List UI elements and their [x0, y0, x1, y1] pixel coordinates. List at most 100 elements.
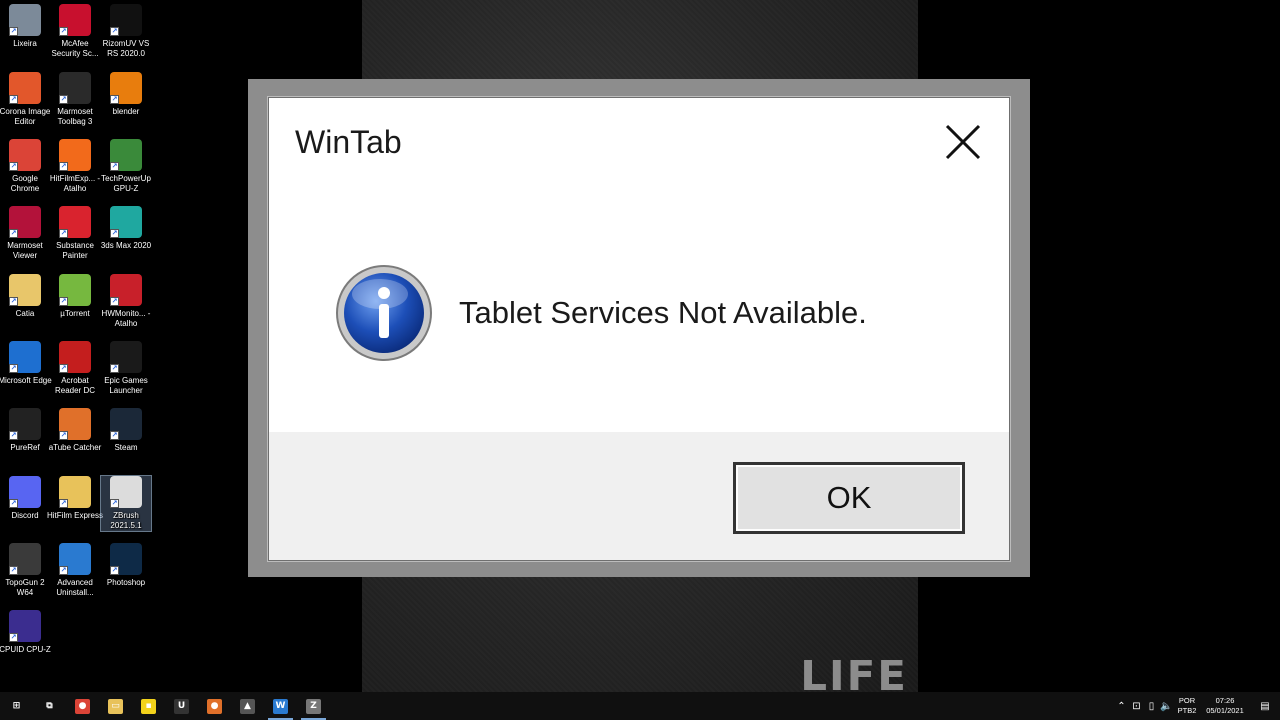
dialog-message: Tablet Services Not Available.: [459, 295, 867, 330]
desktop-icon[interactable]: ↗ TopoGun 2 W64: [0, 543, 50, 598]
taskbar-button[interactable]: U: [165, 692, 198, 720]
utorrent-icon: ↗: [59, 274, 91, 306]
corona-icon: ↗: [9, 72, 41, 104]
atube-catcher-icon: ●: [207, 698, 222, 714]
desktop-icon[interactable]: ↗ ZBrush 2021.5.1: [100, 475, 152, 532]
desktop-icon[interactable]: ↗ RizomUV VS RS 2020.0: [101, 4, 151, 59]
desktop-icon[interactable]: ↗ 3ds Max 2020: [101, 206, 151, 251]
desktop-icon-label: TechPowerUp GPU-Z: [101, 174, 151, 193]
taskbar-button[interactable]: ●: [198, 692, 231, 720]
taskbar-button[interactable]: ▭: [99, 692, 132, 720]
notifications-icon[interactable]: ▤: [1250, 692, 1280, 720]
taskbar-button[interactable]: ●: [66, 692, 99, 720]
taskbar-button[interactable]: ▲: [231, 692, 264, 720]
shortcut-arrow-icon: ↗: [59, 364, 68, 373]
desktop-icon-label: HWMonito... - Atalho: [101, 309, 151, 328]
desktop-icon[interactable]: ↗ Epic Games Launcher: [101, 341, 151, 396]
desktop-icon-label: Catia: [15, 309, 35, 318]
desktop-icon-label: blender: [112, 107, 140, 116]
desktop-icon[interactable]: ↗ Marmoset Viewer: [0, 206, 50, 261]
taskbar-button[interactable]: W: [264, 692, 297, 720]
desktop-icon-label: Advanced Uninstall...: [56, 578, 94, 597]
desktop-icon-label: Marmoset Viewer: [7, 241, 43, 260]
close-icon[interactable]: [941, 120, 985, 164]
shortcut-arrow-icon: ↗: [59, 162, 68, 171]
desktop-icon[interactable]: ↗ Photoshop: [101, 543, 151, 588]
shortcut-arrow-icon: ↗: [59, 499, 68, 508]
substance-painter-icon: ↗: [59, 206, 91, 238]
recycle-bin-icon: ↗: [9, 4, 41, 36]
volume-icon[interactable]: 🔈: [1159, 692, 1174, 720]
desktop-icon[interactable]: ↗ Lixeira: [0, 4, 50, 49]
desktop-icon[interactable]: ↗ µTorrent: [50, 274, 100, 319]
marmoset-toolbag-icon: ↗: [59, 72, 91, 104]
clock-date: 05/01/2021: [1206, 706, 1244, 715]
shortcut-arrow-icon: ↗: [110, 95, 119, 104]
ok-button[interactable]: OK: [733, 462, 965, 534]
sticky-notes-icon: ▪: [141, 698, 156, 714]
desktop-icon[interactable]: ↗ TechPowerUp GPU-Z: [101, 139, 151, 194]
desktop-icon[interactable]: ↗ Marmoset Toolbag 3: [50, 72, 100, 127]
desktop-icon[interactable]: ↗ CPUID CPU-Z: [0, 610, 51, 655]
desktop-icon-label: 3ds Max 2020: [100, 241, 152, 250]
desktop-icon[interactable]: ↗ Google Chrome: [0, 139, 50, 194]
clock-time: 07:26: [1215, 696, 1235, 705]
shortcut-arrow-icon: ↗: [59, 566, 68, 575]
message-dialog: WinTab Tablet Services Not Available. OK: [268, 97, 1010, 561]
shortcut-arrow-icon: ↗: [9, 633, 18, 642]
desktop-icon-label: Epic Games Launcher: [104, 376, 148, 395]
desktop-icon-label: CPUID CPU-Z: [0, 645, 51, 654]
desktop-icon[interactable]: ↗ Corona Image Editor: [0, 72, 50, 127]
desktop-icon-label: aTube Catcher: [48, 443, 102, 452]
battery-icon[interactable]: ▯: [1144, 692, 1159, 720]
atube-catcher-icon: ↗: [59, 408, 91, 440]
desktop-icon-label: McAfee Security Sc...: [51, 39, 99, 58]
desktop-icon[interactable]: ↗ aTube Catcher: [48, 408, 102, 453]
edge-icon: ↗: [9, 341, 41, 373]
dialog-zoom-frame: WinTab Tablet Services Not Available. OK: [248, 79, 1030, 577]
advanced-uninstaller-icon: ↗: [59, 543, 91, 575]
taskbar-button[interactable]: ⧉: [33, 692, 66, 720]
epic-games-icon: ↗: [110, 341, 142, 373]
taskbar-button[interactable]: Z: [297, 692, 330, 720]
shortcut-arrow-icon: ↗: [9, 162, 18, 171]
photos-icon: ▲: [240, 698, 255, 714]
shortcut-arrow-icon: ↗: [59, 229, 68, 238]
desktop-icon[interactable]: ↗ HitFilmExp... - Atalho: [50, 139, 100, 194]
desktop-icon[interactable]: ↗ HitFilm Express: [47, 476, 103, 521]
information-icon: [335, 264, 433, 362]
zbrush-icon: Z: [306, 698, 321, 714]
desktop-icon-label: Steam: [114, 443, 138, 452]
desktop-icon[interactable]: ↗ Advanced Uninstall...: [50, 543, 100, 598]
desktop-icon[interactable]: ↗ Microsoft Edge: [0, 341, 52, 386]
shortcut-arrow-icon: ↗: [110, 229, 119, 238]
desktop-icon[interactable]: ↗ Acrobat Reader DC: [50, 341, 100, 396]
chrome-icon: ●: [75, 698, 90, 714]
folder-icon: ↗: [59, 476, 91, 508]
shortcut-arrow-icon: ↗: [110, 162, 119, 171]
shortcut-arrow-icon: ↗: [9, 297, 18, 306]
clock[interactable]: 07:26 05/01/2021: [1200, 696, 1250, 716]
desktop-icon[interactable]: ↗ Discord: [0, 476, 50, 521]
steam-icon: ↗: [110, 408, 142, 440]
taskbar-button[interactable]: ⊞: [0, 692, 33, 720]
chevron-up-icon[interactable]: ⌃: [1114, 692, 1129, 720]
desktop-icon[interactable]: ↗ Catia: [0, 274, 50, 319]
shortcut-arrow-icon: ↗: [9, 229, 18, 238]
desktop-icon[interactable]: ↗ PureRef: [0, 408, 50, 453]
desktop-icon[interactable]: ↗ McAfee Security Sc...: [50, 4, 100, 59]
shortcut-arrow-icon: ↗: [59, 431, 68, 440]
start-icon: ⊞: [12, 701, 21, 711]
taskbar-button[interactable]: ▪: [132, 692, 165, 720]
shortcut-arrow-icon: ↗: [110, 364, 119, 373]
desktop-icon[interactable]: ↗ blender: [101, 72, 151, 117]
shortcut-arrow-icon: ↗: [59, 27, 68, 36]
desktop-icon-label: RizomUV VS RS 2020.0: [102, 39, 150, 58]
language-indicator[interactable]: POR PTB2: [1174, 696, 1200, 716]
network-icon[interactable]: ⊡: [1129, 692, 1144, 720]
desktop-icon[interactable]: ↗ HWMonito... - Atalho: [101, 274, 151, 329]
desktop-icon[interactable]: ↗ Steam: [101, 408, 151, 453]
desktop-icon-label: Acrobat Reader DC: [54, 376, 95, 395]
task-view-icon: ⧉: [46, 701, 53, 711]
desktop-icon[interactable]: ↗ Substance Painter: [50, 206, 100, 261]
